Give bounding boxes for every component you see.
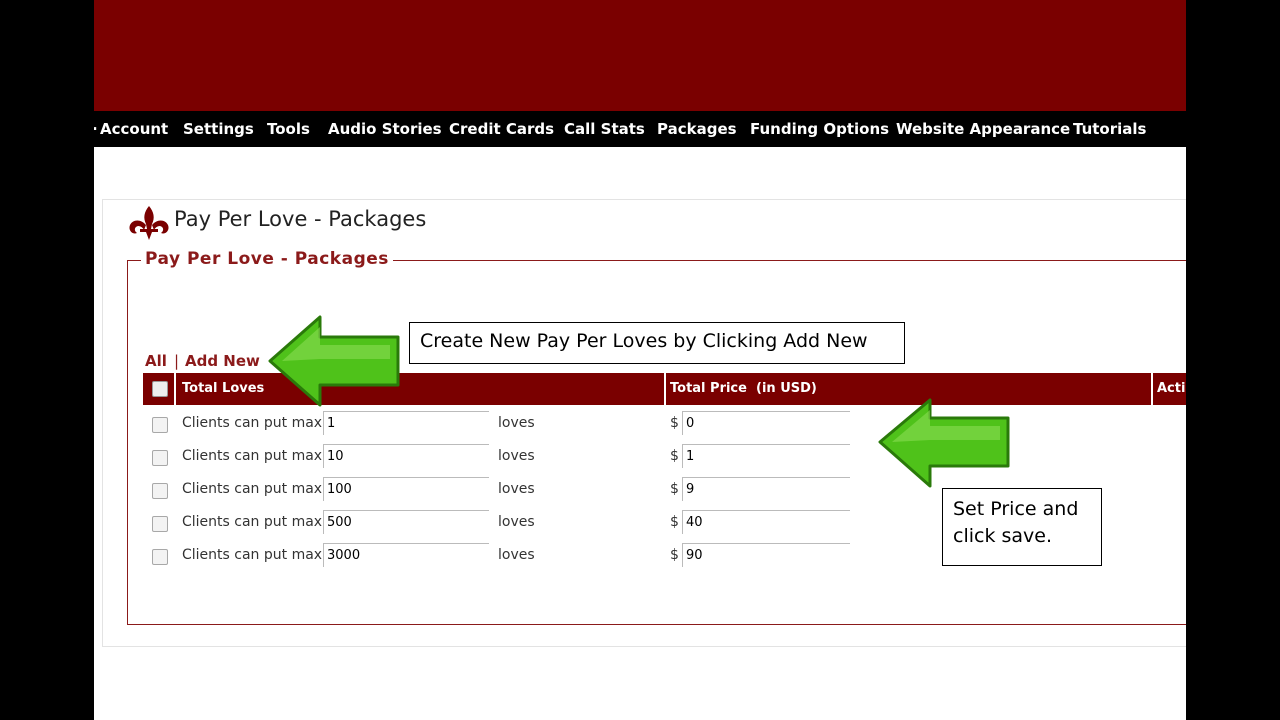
green-arrow-left-icon <box>878 398 1010 488</box>
currency-symbol: $ <box>670 481 679 497</box>
loves-input[interactable] <box>323 477 489 501</box>
price-input[interactable] <box>682 411 850 435</box>
nav-item-packages[interactable]: Packages <box>657 111 737 147</box>
set-price-callout: Set Price and click save. <box>942 488 1102 566</box>
table-row: Clients can put max. loves $ < S <box>143 411 1186 439</box>
header-divider <box>174 373 176 405</box>
row-prefix-label: Clients can put max. <box>182 448 327 464</box>
filter-separator: | <box>174 352 180 370</box>
set-price-callout-line2: click save. <box>953 525 1053 547</box>
nav-item-settings[interactable]: Settings <box>183 111 254 147</box>
row-prefix-label: Clients can put max. <box>182 514 327 530</box>
row-prefix-label: Clients can put max. <box>182 415 327 431</box>
row-prefix-label: Clients can put max. <box>182 481 327 497</box>
loves-unit-label: loves <box>498 448 535 464</box>
currency-symbol: $ <box>670 415 679 431</box>
nav-item-tutorials[interactable]: Tutorials <box>1073 111 1146 147</box>
price-input[interactable] <box>682 444 850 468</box>
header-banner <box>94 0 1186 111</box>
row-prefix-label: Clients can put max. <box>182 547 327 563</box>
price-input[interactable] <box>682 543 850 567</box>
row-checkbox[interactable] <box>152 483 168 499</box>
row-checkbox[interactable] <box>152 417 168 433</box>
header-divider <box>1151 373 1153 405</box>
green-arrow-left-icon <box>268 315 400 407</box>
loves-unit-label: loves <box>498 481 535 497</box>
nav-item-account[interactable]: Account <box>100 111 168 147</box>
row-checkbox[interactable] <box>152 516 168 532</box>
header-divider <box>664 373 666 405</box>
loves-input[interactable] <box>323 510 489 534</box>
price-input[interactable] <box>682 477 850 501</box>
nav-item-funding-options[interactable]: Funding Options <box>750 111 889 147</box>
loves-input[interactable] <box>323 411 489 435</box>
nav-item-website-appearance[interactable]: Website Appearance <box>896 111 1070 147</box>
nav-item-credit-cards[interactable]: Credit Cards <box>449 111 554 147</box>
loves-unit-label: loves <box>498 415 535 431</box>
page-title: Pay Per Love - Packages <box>174 207 427 231</box>
nav-item-tools[interactable]: Tools <box>267 111 310 147</box>
price-input[interactable] <box>682 510 850 534</box>
nav-item-audio-stories[interactable]: Audio Stories <box>328 111 442 147</box>
main-navbar: · Account Settings Tools Audio Stories C… <box>94 111 1186 147</box>
loves-unit-label: loves <box>498 547 535 563</box>
loves-unit-label: loves <box>498 514 535 530</box>
add-new-link[interactable]: Add New <box>185 352 260 370</box>
nav-item-partial-prefix: · <box>94 111 98 147</box>
row-checkbox[interactable] <box>152 450 168 466</box>
currency-symbol: $ <box>670 547 679 563</box>
header-total-price[interactable]: Total Price (in USD) <box>670 373 817 405</box>
fieldset-legend: Pay Per Love - Packages <box>141 249 393 269</box>
add-new-callout: Create New Pay Per Loves by Clicking Add… <box>409 322 905 364</box>
select-all-checkbox[interactable] <box>152 381 168 397</box>
loves-input[interactable] <box>323 444 489 468</box>
header-actions: Actio <box>1157 381 1186 396</box>
fleur-de-lis-icon <box>129 206 169 240</box>
header-total-loves[interactable]: Total Loves <box>182 373 264 405</box>
add-new-callout-text: Create New Pay Per Loves by Clicking Add… <box>420 330 868 352</box>
currency-symbol: $ <box>670 514 679 530</box>
nav-item-call-stats[interactable]: Call Stats <box>564 111 645 147</box>
browser-viewport: · Account Settings Tools Audio Stories C… <box>94 0 1186 720</box>
currency-symbol: $ <box>670 448 679 464</box>
table-row: Clients can put max. loves $ < S <box>143 444 1186 472</box>
loves-input[interactable] <box>323 543 489 567</box>
row-checkbox[interactable] <box>152 549 168 565</box>
filter-all-link[interactable]: All <box>145 352 167 370</box>
set-price-callout-line1: Set Price and <box>953 498 1079 520</box>
